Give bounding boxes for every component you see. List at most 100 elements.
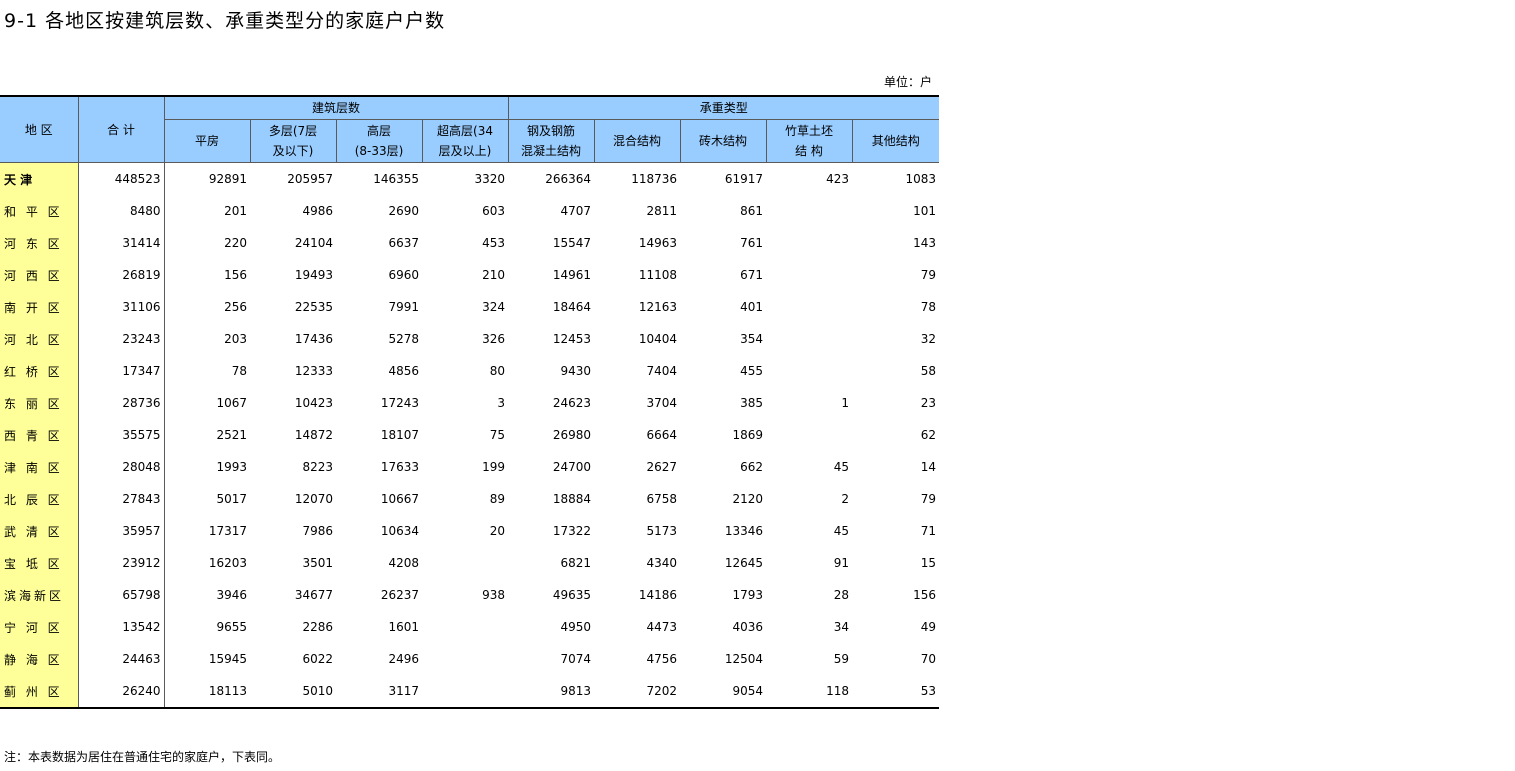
value-cell: 5278 — [388, 332, 419, 346]
value-cell: 18464 — [552, 300, 591, 314]
value-cell — [422, 675, 508, 709]
value-cell: 256 — [224, 300, 247, 314]
region-cell: 东 丽 区 — [0, 387, 79, 419]
value-cell: 5017 — [216, 492, 247, 506]
value-cell: 10667 — [380, 492, 419, 506]
value-cell: 199 — [482, 460, 505, 474]
header-column-line2: (8-33层) — [354, 144, 404, 158]
value-cell: 9655 — [216, 620, 247, 634]
header-column: 平房 — [163, 119, 250, 163]
value-cell: 91 — [833, 556, 849, 570]
total-cell: 65798 — [78, 579, 165, 611]
value-cell: 9430 — [560, 364, 591, 378]
total-cell: 28736 — [78, 387, 165, 419]
value-cell: 324 — [482, 300, 505, 314]
value-cell: 7074 — [560, 652, 591, 666]
header-column: 超高层(34 层及以上) — [421, 119, 508, 163]
value-cell: 70 — [920, 652, 936, 666]
value-cell: 45 — [833, 460, 849, 474]
total-cell: 8480 — [78, 195, 165, 227]
value-cell: 10404 — [638, 332, 677, 346]
value-cell: 1083 — [905, 172, 936, 186]
region-cell: 宁 河 区 — [0, 611, 79, 643]
header-column-line1: 超高层(34 — [437, 124, 493, 138]
total-cell: 448523 — [78, 162, 165, 195]
value-cell — [766, 355, 852, 387]
header-column-line1: 混合结构 — [612, 134, 661, 148]
value-cell: 17322 — [552, 524, 591, 538]
value-cell: 2811 — [646, 204, 677, 218]
region-cell: 河 北 区 — [0, 323, 79, 355]
region-cell: 武 清 区 — [0, 515, 79, 547]
page-title: 9-1 各地区按建筑层数、承重类型分的家庭户户数 — [4, 10, 446, 32]
table-row: 宝 坻 区 23912 16203 3501 4208 6821 4340 12645 91 15 — [0, 547, 939, 579]
value-cell: 4986 — [302, 204, 333, 218]
region-cell: 西 青 区 — [0, 419, 79, 451]
table-row: 宁 河 区 13542 9655 2286 1601 4950 4473 4036 34 49 — [0, 611, 939, 643]
value-cell: 7991 — [388, 300, 419, 314]
value-cell — [766, 291, 852, 323]
table-row: 津 南 区 28048 1993 8223 17633 199 24700 2627 662 45… — [0, 451, 939, 483]
value-cell: 6758 — [646, 492, 677, 506]
value-cell: 34677 — [294, 588, 333, 602]
value-cell: 143 — [913, 236, 936, 250]
value-cell: 78 — [920, 300, 936, 314]
value-cell: 4036 — [732, 620, 763, 634]
value-cell — [766, 419, 852, 451]
value-cell: 17633 — [380, 460, 419, 474]
header-column: 混合结构 — [593, 119, 680, 163]
header-group-structure: 承重类型 — [507, 95, 939, 120]
total-cell: 13542 — [78, 611, 165, 643]
total-cell: 28048 — [78, 451, 165, 483]
value-cell: 2496 — [388, 652, 419, 666]
value-cell: 118736 — [631, 172, 677, 186]
value-cell: 12333 — [294, 364, 333, 378]
value-cell: 5173 — [646, 524, 677, 538]
value-cell: 4208 — [388, 556, 419, 570]
region-cell: 南 开 区 — [0, 291, 79, 323]
header-column: 其他结构 — [851, 119, 939, 163]
value-cell: 761 — [740, 236, 763, 250]
value-cell: 9813 — [508, 675, 594, 709]
total-cell: 26819 — [78, 259, 165, 291]
value-cell: 1601 — [388, 620, 419, 634]
value-cell: 79 — [920, 492, 936, 506]
value-cell: 4707 — [560, 204, 591, 218]
table-row: 静 海 区 24463 15945 6022 2496 7074 4756 12504 59 70 — [0, 643, 939, 675]
header-column-line1: 平房 — [194, 134, 219, 148]
value-cell — [766, 227, 852, 259]
region-cell: 河 西 区 — [0, 259, 79, 291]
table-row: 河 西 区 26819 156 19493 6960 210 14961 11108 671 79 — [0, 259, 939, 291]
region-cell: 津 南 区 — [0, 451, 79, 483]
value-cell: 2521 — [216, 428, 247, 442]
value-cell: 23 — [920, 396, 936, 410]
table-row: 红 桥 区 17347 78 12333 4856 80 9430 7404 455 58 — [0, 355, 939, 387]
header-column-line1: 多层(7层 — [268, 124, 318, 138]
region-cell: 静 海 区 — [0, 643, 79, 675]
value-cell: 28 — [833, 588, 849, 602]
value-cell: 14872 — [294, 428, 333, 442]
total-cell: 23243 — [78, 323, 165, 355]
region-cell: 天 津 — [0, 162, 79, 195]
value-cell: 62 — [920, 428, 936, 442]
value-cell: 6664 — [646, 428, 677, 442]
value-cell: 938 — [482, 588, 505, 602]
value-cell: 4756 — [646, 652, 677, 666]
value-cell: 156 — [913, 588, 936, 602]
header-column-line2: 层及以上) — [438, 144, 492, 158]
value-cell: 2627 — [646, 460, 677, 474]
header-column-line2: 混凝土结构 — [520, 144, 581, 158]
region-cell: 和 平 区 — [0, 195, 79, 227]
footnote: 注：本表数据为居住在普通住宅的家庭户，下表同。 — [4, 750, 281, 764]
value-cell: 205957 — [287, 172, 333, 186]
table-row: 北 辰 区 27843 5017 12070 10667 89 18884 6758 2120 2… — [0, 483, 939, 515]
total-cell: 35575 — [78, 419, 165, 451]
header-column: 钢及钢筋 混凝土结构 — [507, 119, 594, 163]
value-cell: 3320 — [474, 172, 505, 186]
value-cell: 92891 — [208, 172, 247, 186]
value-cell: 6637 — [388, 236, 419, 250]
value-cell: 3117 — [336, 675, 422, 709]
value-cell: 14 — [920, 460, 936, 474]
value-cell: 61917 — [724, 172, 763, 186]
value-cell: 49 — [920, 620, 936, 634]
